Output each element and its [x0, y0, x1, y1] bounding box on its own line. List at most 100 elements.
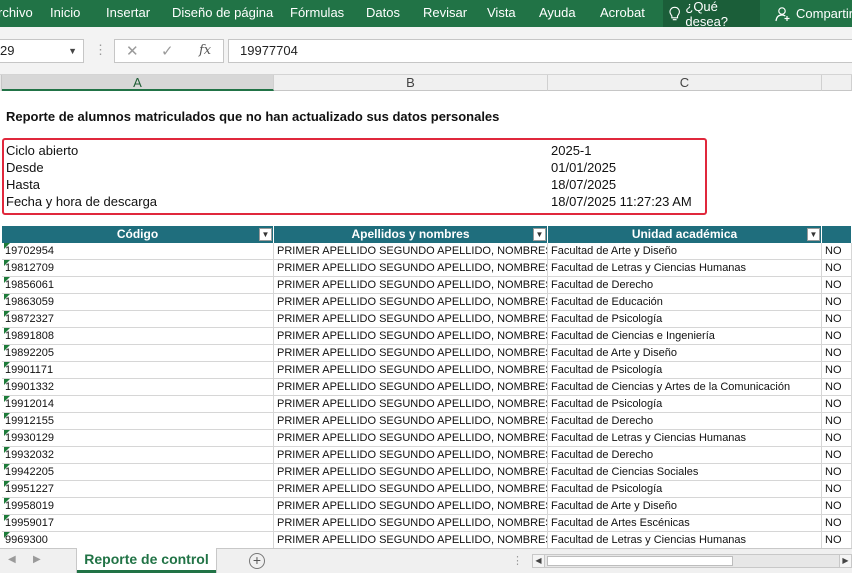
cell-actualizado[interactable]: NO	[822, 294, 852, 311]
cell-codigo[interactable]: 19930129	[2, 430, 274, 447]
cell-codigo[interactable]: 19958019	[2, 498, 274, 515]
scroll-left-icon[interactable]: ◀	[533, 555, 545, 567]
cell-nombres[interactable]: PRIMER APELLIDO SEGUNDO APELLIDO, NOMBRE…	[274, 532, 548, 548]
cell-actualizado[interactable]: NO	[822, 413, 852, 430]
cell-nombres[interactable]: PRIMER APELLIDO SEGUNDO APELLIDO, NOMBRE…	[274, 328, 548, 345]
cell-unidad[interactable]: Facultad de Psicología	[548, 362, 822, 379]
cell-unidad[interactable]: Facultad de Ciencias Sociales	[548, 464, 822, 481]
tab-formulas[interactable]: Fórmulas	[290, 0, 344, 27]
cell-nombres[interactable]: PRIMER APELLIDO SEGUNDO APELLIDO, NOMBRE…	[274, 311, 548, 328]
cell-unidad[interactable]: Facultad de Artes Escénicas	[548, 515, 822, 532]
formula-input[interactable]: 19977704	[228, 39, 852, 63]
cell-codigo[interactable]: 19951227	[2, 481, 274, 498]
cell-nombres[interactable]: PRIMER APELLIDO SEGUNDO APELLIDO, NOMBRE…	[274, 345, 548, 362]
cell-nombres[interactable]: PRIMER APELLIDO SEGUNDO APELLIDO, NOMBRE…	[274, 396, 548, 413]
cell-actualizado[interactable]: NO	[822, 481, 852, 498]
tab-archivo[interactable]: rchivo	[0, 0, 33, 27]
name-box[interactable]: 29 ▼	[0, 39, 84, 63]
column-header-c[interactable]: C	[548, 75, 822, 91]
tab-ayuda[interactable]: Ayuda	[539, 0, 576, 27]
cell-unidad[interactable]: Facultad de Psicología	[548, 311, 822, 328]
cell-nombres[interactable]: PRIMER APELLIDO SEGUNDO APELLIDO, NOMBRE…	[274, 243, 548, 260]
cell-actualizado[interactable]: NO	[822, 277, 852, 294]
share-button[interactable]: Compartir	[775, 0, 852, 27]
cell-nombres[interactable]: PRIMER APELLIDO SEGUNDO APELLIDO, NOMBRE…	[274, 413, 548, 430]
column-header-d[interactable]	[822, 75, 852, 91]
cell-codigo[interactable]: 9969300	[2, 532, 274, 548]
cell-unidad[interactable]: Facultad de Psicología	[548, 396, 822, 413]
horizontal-scrollbar[interactable]: ◀ ▶	[532, 554, 852, 568]
cell-nombres[interactable]: PRIMER APELLIDO SEGUNDO APELLIDO, NOMBRE…	[274, 481, 548, 498]
cell-actualizado[interactable]: NO	[822, 328, 852, 345]
sheet-tab-reporte[interactable]: Reporte de control	[77, 548, 216, 573]
cell-nombres[interactable]: PRIMER APELLIDO SEGUNDO APELLIDO, NOMBRE…	[274, 277, 548, 294]
next-sheet-icon[interactable]: ▶	[33, 554, 41, 565]
cell-codigo[interactable]: 19932032	[2, 447, 274, 464]
cell-codigo[interactable]: 19892205	[2, 345, 274, 362]
cell-actualizado[interactable]: NO	[822, 464, 852, 481]
cell-actualizado[interactable]: NO	[822, 532, 852, 548]
prev-sheet-icon[interactable]: ◀	[8, 554, 16, 565]
cell-unidad[interactable]: Facultad de Derecho	[548, 413, 822, 430]
cell-codigo[interactable]: 19912014	[2, 396, 274, 413]
tab-acrobat[interactable]: Acrobat	[600, 0, 645, 27]
cell-nombres[interactable]: PRIMER APELLIDO SEGUNDO APELLIDO, NOMBRE…	[274, 515, 548, 532]
scroll-right-icon[interactable]: ▶	[839, 555, 851, 567]
cell-codigo[interactable]: 19959017	[2, 515, 274, 532]
cell-nombres[interactable]: PRIMER APELLIDO SEGUNDO APELLIDO, NOMBRE…	[274, 498, 548, 515]
cell-actualizado[interactable]: NO	[822, 362, 852, 379]
cell-unidad[interactable]: Facultad de Derecho	[548, 447, 822, 464]
tell-me-box[interactable]: ¿Qué desea?	[663, 0, 760, 29]
cell-codigo[interactable]: 19872327	[2, 311, 274, 328]
cell-nombres[interactable]: PRIMER APELLIDO SEGUNDO APELLIDO, NOMBRE…	[274, 260, 548, 277]
column-header-a[interactable]: A	[2, 75, 274, 91]
cell-unidad[interactable]: Facultad de Letras y Ciencias Humanas	[548, 532, 822, 548]
cell-unidad[interactable]: Facultad de Arte y Diseño	[548, 498, 822, 515]
cell-unidad[interactable]: Facultad de Arte y Diseño	[548, 345, 822, 362]
cell-nombres[interactable]: PRIMER APELLIDO SEGUNDO APELLIDO, NOMBRE…	[274, 464, 548, 481]
cell-actualizado[interactable]: NO	[822, 498, 852, 515]
function-icon[interactable]: fx	[199, 43, 211, 58]
cell-actualizado[interactable]: NO	[822, 430, 852, 447]
cell-actualizado[interactable]: NO	[822, 379, 852, 396]
column-header-b[interactable]: B	[274, 75, 548, 91]
cell-unidad[interactable]: Facultad de Psicología	[548, 481, 822, 498]
chevron-down-icon[interactable]: ▼	[68, 40, 77, 62]
filter-dropdown-icon[interactable]: ▼	[533, 228, 546, 241]
check-icon[interactable]: ✓	[161, 42, 174, 60]
cell-actualizado[interactable]: NO	[822, 243, 852, 260]
tab-revisar[interactable]: Revisar	[423, 0, 467, 27]
cell-unidad[interactable]: Facultad de Letras y Ciencias Humanas	[548, 430, 822, 447]
cell-codigo[interactable]: 19856061	[2, 277, 274, 294]
cell-codigo[interactable]: 19812709	[2, 260, 274, 277]
cell-nombres[interactable]: PRIMER APELLIDO SEGUNDO APELLIDO, NOMBRE…	[274, 379, 548, 396]
cell-codigo[interactable]: 19702954	[2, 243, 274, 260]
cell-nombres[interactable]: PRIMER APELLIDO SEGUNDO APELLIDO, NOMBRE…	[274, 294, 548, 311]
plus-circle-icon[interactable]: +	[249, 553, 265, 569]
cancel-icon[interactable]: ✕	[126, 42, 139, 60]
cell-codigo[interactable]: 19863059	[2, 294, 274, 311]
cell-unidad[interactable]: Facultad de Letras y Ciencias Humanas	[548, 260, 822, 277]
cell-codigo[interactable]: 19891808	[2, 328, 274, 345]
cell-nombres[interactable]: PRIMER APELLIDO SEGUNDO APELLIDO, NOMBRE…	[274, 447, 548, 464]
cell-unidad[interactable]: Facultad de Educación	[548, 294, 822, 311]
filter-dropdown-icon[interactable]: ▼	[807, 228, 820, 241]
cell-nombres[interactable]: PRIMER APELLIDO SEGUNDO APELLIDO, NOMBRE…	[274, 362, 548, 379]
cell-unidad[interactable]: Facultad de Derecho	[548, 277, 822, 294]
cell-nombres[interactable]: PRIMER APELLIDO SEGUNDO APELLIDO, NOMBRE…	[274, 430, 548, 447]
cell-codigo[interactable]: 19942205	[2, 464, 274, 481]
cell-actualizado[interactable]: NO	[822, 345, 852, 362]
filter-dropdown-icon[interactable]: ▼	[259, 228, 272, 241]
tab-vista[interactable]: Vista	[487, 0, 516, 27]
tab-diseno-pagina[interactable]: Diseño de página	[172, 0, 273, 27]
cell-codigo[interactable]: 19901171	[2, 362, 274, 379]
cell-actualizado[interactable]: NO	[822, 260, 852, 277]
cell-actualizado[interactable]: NO	[822, 311, 852, 328]
cell-actualizado[interactable]: NO	[822, 396, 852, 413]
cell-unidad[interactable]: Facultad de Ciencias e Ingeniería	[548, 328, 822, 345]
tab-datos[interactable]: Datos	[366, 0, 400, 27]
cell-codigo[interactable]: 19901332	[2, 379, 274, 396]
cell-codigo[interactable]: 19912155	[2, 413, 274, 430]
cell-actualizado[interactable]: NO	[822, 515, 852, 532]
tab-insertar[interactable]: Insertar	[106, 0, 150, 27]
